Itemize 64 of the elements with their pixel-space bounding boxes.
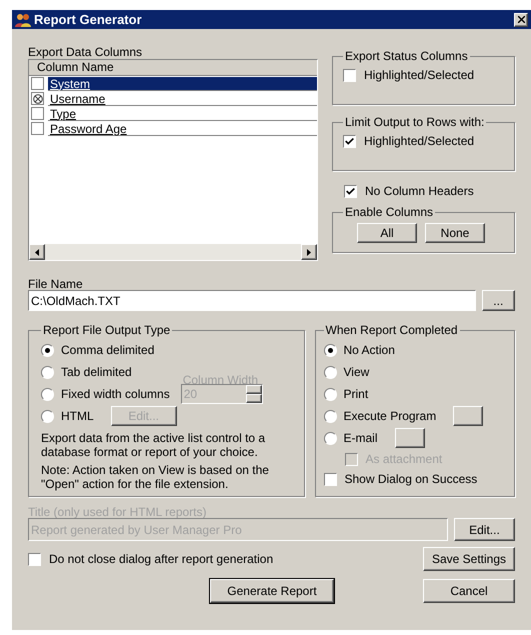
group-title: Limit Output to Rows with:	[344, 114, 486, 131]
enable-button[interactable]: None	[425, 223, 485, 243]
checkbox[interactable]	[31, 92, 44, 105]
close-icon	[518, 16, 524, 23]
checkbox[interactable]	[343, 134, 356, 148]
radio-label: View	[344, 364, 370, 381]
radio-label: No Action	[344, 342, 395, 359]
window-title: Report Generator	[34, 10, 143, 29]
save-settings-button[interactable]: Save Settings	[423, 547, 515, 571]
radio-label: Comma delimited	[61, 342, 154, 359]
radio-button[interactable]	[324, 388, 336, 400]
generate-report-button[interactable]: Generate Report	[210, 579, 334, 603]
radio-button[interactable]	[324, 344, 336, 356]
radio-label: Execute Program	[344, 408, 436, 425]
field-label: File Name	[28, 276, 84, 290]
checkbox[interactable]	[344, 184, 357, 198]
radio-label: Tab delimited	[61, 364, 132, 381]
radio-label: HTML	[61, 408, 94, 425]
cancel-button[interactable]: Cancel	[423, 579, 515, 603]
radio-button[interactable]	[324, 410, 336, 422]
checkbox[interactable]	[31, 107, 44, 120]
scroll-right-button[interactable]	[301, 244, 317, 260]
checkbox-label: Do not close dialog after report generation	[49, 551, 274, 568]
radio-button[interactable]	[324, 432, 336, 444]
list-item[interactable]: Type	[48, 106, 317, 120]
checkbox-label: Highlighted/Selected	[364, 67, 474, 84]
note-text: Note: Action taken on View is based on the "Open" action for the file extension.	[41, 463, 270, 491]
section-label: Export Data Columns	[28, 44, 144, 59]
group-title: Report File Output Type	[42, 322, 172, 339]
radio-button[interactable]	[41, 388, 54, 400]
users-icon	[15, 12, 31, 28]
checkbox[interactable]	[28, 552, 41, 566]
radio-button[interactable]	[41, 366, 54, 378]
note-text: Export data from the active list control to a database format or report of your choice.	[41, 431, 266, 459]
close-button[interactable]	[514, 12, 528, 26]
checkbox-label: No Column Headers	[365, 183, 474, 200]
checkbox-label: Highlighted/Selected	[364, 133, 474, 150]
horizontal-scrollbar[interactable]	[29, 244, 317, 260]
checkbox-label: Show Dialog on Success	[344, 471, 478, 488]
enable-button[interactable]: All	[357, 223, 417, 243]
radio-label: Fixed width columns	[61, 386, 170, 403]
checkbox[interactable]	[31, 77, 44, 90]
list-item[interactable]: Password Age	[48, 122, 317, 136]
checkbox[interactable]	[31, 122, 44, 135]
group-title: Enable Columns	[344, 204, 434, 221]
radio-label: E-mail	[344, 430, 378, 447]
browse-button[interactable]	[394, 428, 425, 448]
right-arrow-icon	[307, 248, 311, 256]
group-title: When Report Completed	[324, 322, 459, 339]
radio-button[interactable]	[41, 410, 54, 422]
radio-button[interactable]	[324, 366, 336, 378]
column-header: Column Name	[29, 60, 317, 76]
browse-button[interactable]	[453, 406, 484, 426]
list-item[interactable]: Username	[48, 92, 317, 106]
list-item[interactable]: System	[48, 76, 317, 90]
browse-button[interactable]: ...	[482, 290, 515, 311]
group-title: Export Status Columns	[344, 48, 469, 65]
checkbox[interactable]	[324, 472, 336, 486]
checkbox[interactable]	[343, 68, 356, 82]
radio-button[interactable]	[41, 344, 54, 356]
radio-label: Print	[344, 386, 368, 403]
left-arrow-icon	[35, 248, 39, 256]
scroll-left-button[interactable]	[29, 244, 45, 260]
file-name-field[interactable]: C:\OldMach.TXT	[28, 290, 476, 311]
